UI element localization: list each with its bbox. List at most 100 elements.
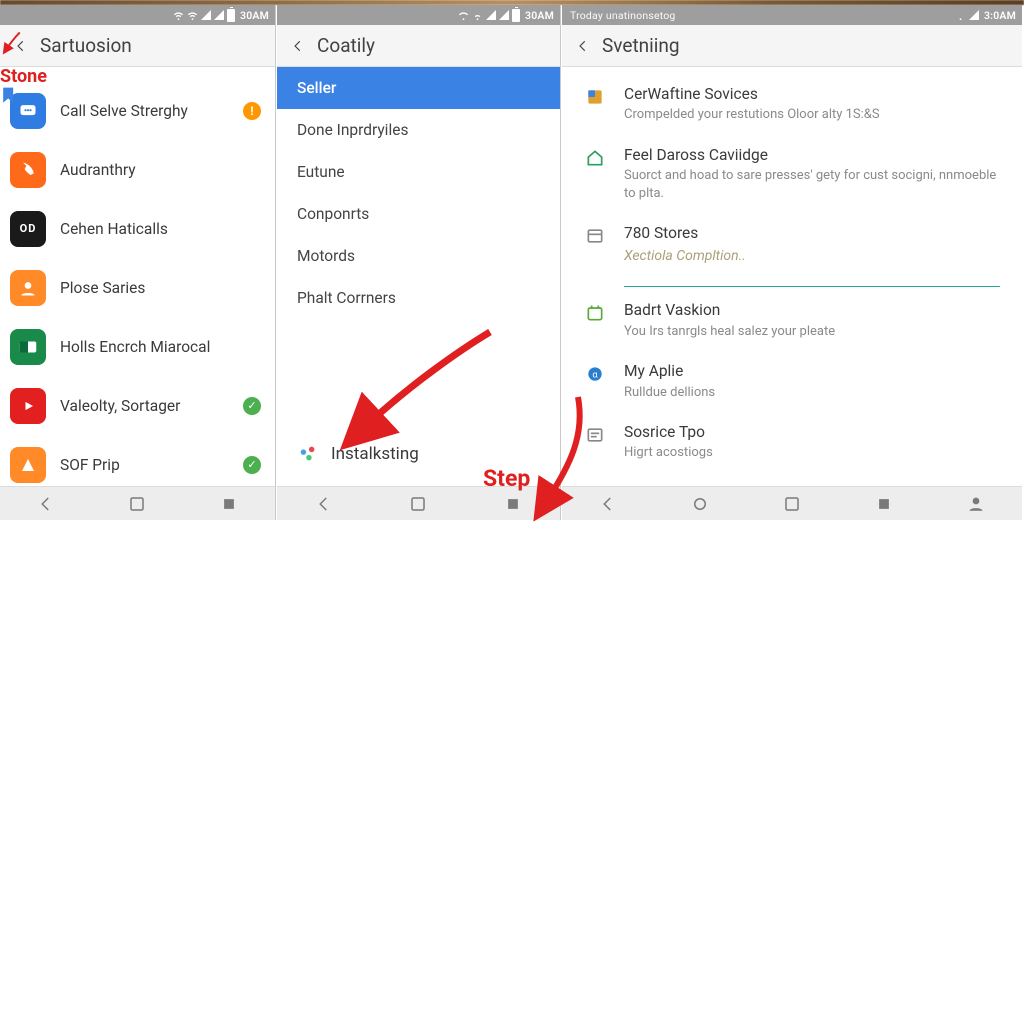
nav-person-button[interactable] — [965, 493, 987, 515]
recent-apps-icon — [409, 495, 427, 513]
settings-app-list: Call Selve Strerghy! Audranthry ODCehen Ha… — [0, 67, 275, 486]
category-row[interactable]: Motords — [277, 235, 560, 277]
status-title: Troday unatinonsetog — [570, 9, 676, 22]
settings-item[interactable]: CerWaftine Sovices Crompelded your restut… — [584, 85, 1000, 124]
check-badge-icon: ✓ — [243, 456, 261, 474]
square-icon — [504, 495, 522, 513]
settings-item-subtitle: Crompelded your restutions Oloor alty 1S… — [624, 106, 880, 124]
circle-icon — [691, 495, 709, 513]
settings-item-title: CerWaftine Sovices — [624, 85, 880, 104]
recent-apps-icon — [128, 495, 146, 513]
wifi-icon — [955, 10, 966, 21]
status-clock: 3:0AM — [984, 9, 1016, 22]
install-label: Instalksting — [331, 444, 419, 464]
settings-item-icon — [584, 86, 606, 108]
settings-item[interactable]: Feel Daross Caviidge Suorct and hoad to s… — [584, 146, 1000, 202]
category-row[interactable]: Phalt Corrners — [277, 277, 560, 319]
arrow-left-icon — [291, 39, 305, 53]
category-row[interactable]: Eutune — [277, 151, 560, 193]
settings-item-subtitle: Rulldue dellions — [624, 384, 715, 402]
nav-home-button[interactable] — [502, 493, 524, 515]
settings-item-icon — [584, 424, 606, 446]
page-title: Sartuosion — [40, 34, 132, 57]
device-panel-2: 30AM Coatily SellerDone InprdryilesEutun… — [277, 5, 561, 520]
settings-row[interactable]: Holls Encrch Miarocal — [0, 317, 275, 376]
settings-row[interactable]: SOF Prip ✓ — [0, 435, 275, 486]
status-bar: 30AM — [277, 5, 560, 25]
app-bar: Svetniing — [562, 25, 1022, 67]
status-clock: 30AM — [525, 9, 554, 22]
recent-apps-icon — [783, 495, 801, 513]
app-label: Valeolty, Sortager — [60, 397, 180, 415]
status-icons: 30AM — [173, 9, 269, 22]
settings-list: CerWaftine Sovices Crompelded your restut… — [562, 67, 1022, 486]
device-panel-3: Troday unatinonsetog 3:0AM Svetniing Cer… — [562, 5, 1022, 520]
back-button[interactable] — [8, 33, 34, 59]
cell-signal-icon — [214, 10, 224, 20]
settings-item-subtitle: You Irs tanrgls heal salez your pleate — [624, 323, 835, 341]
category-row[interactable]: Seller — [277, 67, 560, 109]
settings-row[interactable]: Plose Saries — [0, 258, 275, 317]
settings-item-subtitle: Suorct and hoad to sare presses' gety fo… — [624, 167, 1000, 202]
nav-recent-button[interactable] — [407, 493, 429, 515]
settings-row[interactable]: Call Selve Strerghy! — [0, 81, 275, 140]
settings-item[interactable]: Badrt Vaskion You Irs tanrgls heal salez … — [584, 301, 1000, 340]
nav-recent-button[interactable] — [126, 493, 148, 515]
settings-item[interactable]: α My Aplie Rulldue dellions — [584, 362, 1000, 401]
app-label: Holls Encrch Miarocal — [60, 338, 210, 356]
arrow-left-icon — [37, 495, 55, 513]
app-label: Call Selve Strerghy — [60, 102, 188, 120]
arrow-left-icon — [14, 39, 28, 53]
settings-item-title: 780 Stores — [624, 224, 746, 243]
wifi-icon — [472, 10, 483, 21]
settings-item-icon — [584, 225, 606, 247]
nav-back-button[interactable] — [313, 493, 335, 515]
arrow-left-icon — [576, 39, 590, 53]
nav-bar — [562, 486, 1022, 520]
settings-row[interactable]: Audranthry — [0, 140, 275, 199]
settings-item[interactable]: Sosrice TpoHigrt acostiogs — [584, 423, 1000, 462]
settings-item-icon — [584, 302, 606, 324]
svg-text:α: α — [592, 371, 598, 381]
nav-back-button[interactable] — [597, 493, 619, 515]
app-label: SOF Prip — [60, 456, 120, 474]
status-bar: 30AM — [0, 5, 275, 25]
app-label: Audranthry — [60, 161, 136, 179]
settings-item-text: Feel Daross Caviidge Suorct and hoad to s… — [624, 146, 1000, 202]
app-bar: Sartuosion — [0, 25, 275, 67]
settings-item-text: Sosrice TpoHigrt acostiogs — [624, 423, 713, 462]
cell-signal-icon — [969, 10, 979, 20]
nav-home-button[interactable] — [873, 493, 895, 515]
category-row[interactable]: Conponrts — [277, 193, 560, 235]
alert-badge-icon: ! — [243, 102, 261, 120]
app-icon — [10, 152, 46, 188]
check-badge-icon: ✓ — [243, 397, 261, 415]
settings-item-input[interactable]: Xectiola Compltion.. — [624, 248, 746, 264]
settings-row[interactable]: Valeolty, Sortager ✓ — [0, 376, 275, 435]
settings-item-icon — [584, 147, 606, 169]
nav-circle-button[interactable] — [689, 493, 711, 515]
settings-row[interactable]: ODCehen Haticalls — [0, 199, 275, 258]
settings-item-text: My Aplie Rulldue dellions — [624, 362, 715, 401]
category-list: SellerDone InprdryilesEutuneConponrtsMot… — [277, 67, 560, 486]
app-icon — [10, 270, 46, 306]
settings-item-title: Badrt Vaskion — [624, 301, 835, 320]
settings-item-title: Sosrice Tpo — [624, 423, 713, 442]
back-button[interactable] — [570, 33, 596, 59]
settings-item[interactable]: 780 Stores Xectiola Compltion.. — [584, 224, 1000, 263]
nav-bar — [0, 486, 275, 520]
cell-signal-icon — [499, 10, 509, 20]
app-icon — [10, 93, 46, 129]
nav-recent-button[interactable] — [781, 493, 803, 515]
category-row[interactable]: Done Inprdryiles — [277, 109, 560, 151]
settings-item-title: My Aplie — [624, 362, 715, 381]
input-underline — [624, 286, 1000, 288]
settings-item-text: 780 Stores Xectiola Compltion.. — [624, 224, 746, 263]
app-bar: Coatily — [277, 25, 560, 67]
settings-item-title: Feel Daross Caviidge — [624, 146, 1000, 165]
install-row[interactable]: Instalksting — [277, 429, 560, 479]
settings-item-text: Badrt Vaskion You Irs tanrgls heal salez … — [624, 301, 835, 340]
nav-back-button[interactable] — [35, 493, 57, 515]
back-button[interactable] — [285, 33, 311, 59]
nav-home-button[interactable] — [218, 493, 240, 515]
